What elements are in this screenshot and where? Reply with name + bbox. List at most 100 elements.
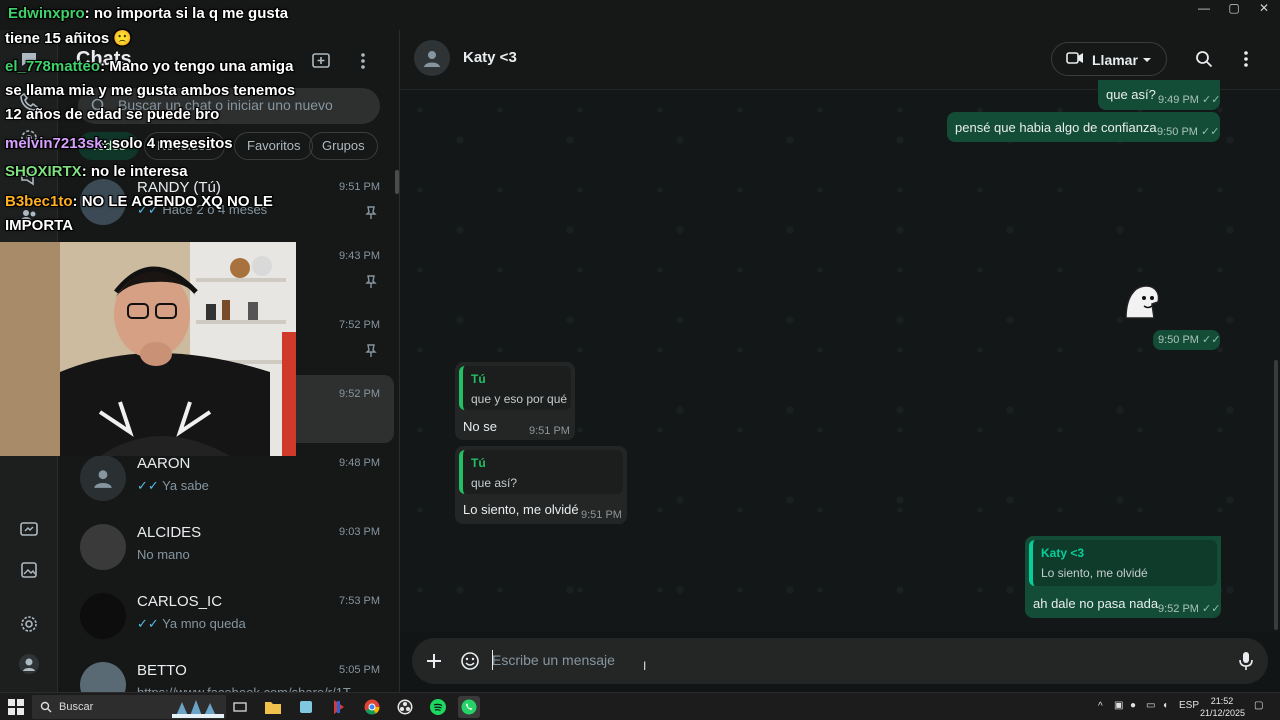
overlay-chat-text: : NO LE AGENDO XQ NO LE bbox=[72, 193, 273, 210]
file-explorer-icon[interactable] bbox=[262, 696, 284, 718]
chrome-icon[interactable] bbox=[361, 696, 383, 718]
profile-icon[interactable] bbox=[17, 652, 41, 676]
message-time: 9:51 PM bbox=[529, 425, 570, 437]
chat-list-scrollbar[interactable] bbox=[395, 170, 399, 194]
overlay-chat-line: se llama mia y me gusta ambos tenemos bbox=[5, 82, 295, 99]
media-icon[interactable] bbox=[17, 558, 41, 582]
mouse-cursor: I bbox=[643, 659, 647, 673]
message-bubble[interactable]: que así? 9:49 PM ✓✓ bbox=[1098, 80, 1220, 110]
chat-time: 9:03 PM bbox=[339, 526, 380, 538]
quoted-author: Tú bbox=[471, 372, 486, 386]
conversation-panel: Katy <3 Llamar que así? 9:49 PM ✓✓ pensé… bbox=[400, 30, 1280, 692]
filter-favorites[interactable]: Favoritos bbox=[234, 132, 314, 160]
filter-groups[interactable]: Grupos bbox=[309, 132, 378, 160]
overlay-chat-line: SHOXIRTX: no le interesa bbox=[5, 163, 188, 180]
overlay-chat-text: : Mano yo tengo una amiga bbox=[100, 58, 294, 75]
chevron-down-icon bbox=[1142, 52, 1154, 64]
message-input[interactable]: Escribe un mensaje bbox=[492, 652, 615, 668]
read-ticks-icon: ✓✓ bbox=[137, 478, 163, 493]
chat-list-item[interactable]: CARLOS_IC ✓✓ Ya mno queda 7:53 PM bbox=[68, 582, 394, 650]
avatar bbox=[80, 455, 126, 501]
chat-name: AARON bbox=[137, 455, 191, 472]
overlay-chat-line: IMPORTA bbox=[5, 217, 73, 234]
chat-preview: https://www.facebook.com/share/r/1T... bbox=[137, 685, 357, 692]
message-text: que así? bbox=[1106, 87, 1156, 102]
task-view-icon[interactable] bbox=[229, 696, 251, 718]
windows-start-icon[interactable] bbox=[8, 699, 24, 715]
message-bubble[interactable]: pensé que habia algo de confianza 9:50 P… bbox=[947, 112, 1220, 142]
whatsapp-window: — ▢ ✕ Chats Buscar un chat o iniciar uno… bbox=[0, 0, 1280, 692]
sticker-time-badge: 9:50 PM ✓✓ bbox=[1153, 330, 1220, 350]
chat-preview-text: https://www.facebook.com/share/r/1T... bbox=[137, 685, 357, 692]
chevron-up-icon[interactable]: ^ bbox=[1098, 701, 1103, 712]
whatsapp-taskbar-icon[interactable] bbox=[458, 696, 480, 718]
message-bubble[interactable]: Tú que y eso por qué No se 9:51 PM bbox=[455, 362, 575, 440]
ai-icon[interactable] bbox=[17, 518, 41, 542]
quoted-message[interactable]: Tú que así? bbox=[459, 450, 623, 494]
tray-app-icon[interactable]: ▣ bbox=[1114, 700, 1123, 711]
message-text: Lo siento, me olvidé bbox=[463, 502, 579, 517]
message-text: pensé que habia algo de confianza bbox=[955, 120, 1157, 135]
menu-icon[interactable] bbox=[352, 50, 374, 72]
quoted-author: Tú bbox=[471, 456, 486, 470]
chat-preview: No mano bbox=[137, 547, 357, 562]
contact-name[interactable]: Katy <3 bbox=[463, 49, 517, 66]
new-chat-icon[interactable] bbox=[310, 50, 332, 72]
volume-icon[interactable]: ◖ bbox=[1162, 700, 1168, 711]
webcam-feed bbox=[0, 242, 296, 456]
spotify-icon[interactable] bbox=[427, 696, 449, 718]
minimize-button[interactable]: — bbox=[1188, 2, 1220, 16]
taskbar-clock[interactable]: 21:52 21/12/2025 bbox=[1200, 695, 1245, 719]
read-ticks-icon: ✓✓ bbox=[1202, 94, 1221, 106]
sticker-image[interactable] bbox=[1120, 278, 1162, 322]
overlay-chat-text: se llama mia y me gusta ambos tenemos bbox=[5, 82, 296, 99]
chat-time: 9:48 PM bbox=[339, 457, 380, 469]
search-icon[interactable] bbox=[1193, 48, 1215, 70]
overlay-chat-user: SHOXIRTX bbox=[5, 163, 82, 180]
overlay-chat-text: tiene 15 añitos 🙁 bbox=[5, 30, 133, 47]
overlay-chat-user: el_778matteo bbox=[5, 58, 101, 75]
pin-icon bbox=[364, 344, 378, 358]
taskbar-search-box[interactable]: Buscar bbox=[32, 695, 226, 719]
call-button[interactable]: Llamar bbox=[1051, 42, 1167, 76]
microphone-icon[interactable] bbox=[1234, 649, 1258, 673]
quoted-text: Lo siento, me olvidé bbox=[1041, 566, 1148, 580]
overlay-chat-user: B3bec1to bbox=[5, 193, 73, 210]
quoted-author: Katy <3 bbox=[1041, 546, 1085, 560]
app-icon[interactable] bbox=[328, 696, 350, 718]
close-window-button[interactable]: ✕ bbox=[1248, 2, 1280, 16]
avatar bbox=[80, 593, 126, 639]
quoted-message[interactable]: Katy <3 Lo siento, me olvidé bbox=[1029, 540, 1217, 586]
language-indicator[interactable]: ESP bbox=[1179, 700, 1199, 711]
obs-icon[interactable] bbox=[394, 696, 416, 718]
message-text: No se bbox=[463, 419, 497, 434]
conversation-scrollbar[interactable] bbox=[1274, 360, 1278, 630]
quoted-message[interactable]: Tú que y eso por qué bbox=[459, 366, 571, 410]
maximize-button[interactable]: ▢ bbox=[1218, 2, 1250, 16]
emoji-sticker-icon[interactable] bbox=[458, 649, 482, 673]
video-camera-icon bbox=[1066, 51, 1084, 67]
chat-list-item[interactable]: ALCIDES No mano 9:03 PM bbox=[68, 513, 394, 581]
read-ticks-icon: ✓✓ bbox=[1202, 603, 1221, 615]
overlay-chat-user: melvin7213sk bbox=[5, 135, 103, 152]
settings-icon[interactable] bbox=[17, 612, 41, 636]
message-bubble[interactable]: Katy <3 Lo siento, me olvidé ah dale no … bbox=[1025, 536, 1221, 618]
attach-plus-icon[interactable] bbox=[422, 649, 446, 673]
pin-icon bbox=[364, 275, 378, 289]
chat-list-item[interactable]: BETTO https://www.facebook.com/share/r/1T… bbox=[68, 651, 394, 692]
message-time: 9:50 PM ✓✓ bbox=[1157, 126, 1220, 138]
contact-avatar[interactable] bbox=[414, 40, 450, 76]
avatar bbox=[80, 662, 126, 692]
message-bubble[interactable]: Tú que así? Lo siento, me olvidé 9:51 PM bbox=[455, 446, 627, 524]
network-icon[interactable]: ▭ bbox=[1146, 700, 1155, 711]
more-options-icon[interactable] bbox=[1235, 48, 1257, 70]
overlay-chat-line: tiene 15 añitos 🙁 bbox=[5, 29, 132, 47]
notifications-icon[interactable]: ▢ bbox=[1254, 700, 1263, 711]
chat-preview-text: Ya sabe bbox=[162, 478, 209, 493]
microphone-icon[interactable]: ● bbox=[1130, 700, 1136, 711]
app-icon[interactable] bbox=[295, 696, 317, 718]
chat-time: 5:05 PM bbox=[339, 664, 380, 676]
message-time: 9:49 PM ✓✓ bbox=[1158, 94, 1221, 106]
chat-name: BETTO bbox=[137, 662, 187, 679]
overlay-chat-text: IMPORTA bbox=[5, 217, 74, 234]
